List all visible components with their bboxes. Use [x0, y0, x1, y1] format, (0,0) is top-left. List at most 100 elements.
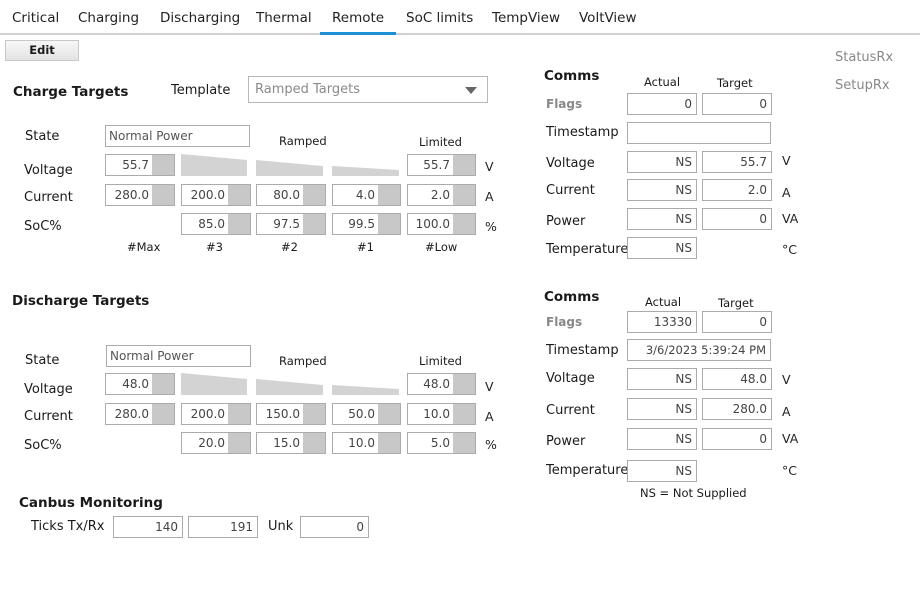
charge-voltage-max-value: 55.7 — [122, 158, 149, 172]
discharge-current-1-value: 50.0 — [348, 407, 375, 421]
spin-button[interactable] — [303, 404, 325, 424]
discharge-soc-2-field[interactable]: 15.0 — [256, 432, 326, 454]
charge-targets-title: Charge Targets — [13, 84, 129, 100]
charge-voltage-ramp-graphic — [181, 154, 399, 176]
comms-1-voltage-target[interactable]: 55.7 — [702, 151, 772, 173]
spin-button[interactable] — [228, 404, 250, 424]
comms-1-target-header: Target — [717, 76, 753, 90]
comms-2-current-actual[interactable]: NS — [627, 398, 697, 420]
charge-current-low-field[interactable]: 2.0 — [407, 184, 476, 206]
spin-button[interactable] — [453, 433, 475, 453]
comms-2-temperature-actual[interactable]: NS — [627, 460, 697, 482]
comms-1-temperature-actual[interactable]: NS — [627, 237, 697, 259]
comms-2-power-actual[interactable]: NS — [627, 428, 697, 450]
unk-field[interactable]: 0 — [300, 516, 369, 538]
discharge-voltage-limited-field[interactable]: 48.0 — [407, 373, 476, 395]
discharge-soc-3-value: 20.0 — [198, 436, 225, 450]
comms-2-current-target[interactable]: 280.0 — [702, 398, 772, 420]
discharge-soc-1-field[interactable]: 10.0 — [332, 432, 401, 454]
ns-legend-note: NS = Not Supplied — [640, 486, 747, 500]
tab-critical[interactable]: Critical — [12, 10, 59, 26]
spin-button[interactable] — [453, 155, 475, 175]
charge-soc-1-field[interactable]: 99.5 — [332, 213, 401, 235]
comms-1-flags-target[interactable]: 0 — [702, 93, 772, 115]
charge-voltage-max-field[interactable]: 55.7 — [105, 154, 175, 176]
spin-button[interactable] — [453, 374, 475, 394]
charge-current-1-value: 4.0 — [355, 188, 375, 202]
discharge-current-1-field[interactable]: 50.0 — [332, 403, 401, 425]
discharge-current-3-field[interactable]: 200.0 — [181, 403, 251, 425]
status-rx-link[interactable]: StatusRx — [835, 50, 893, 65]
spin-button[interactable] — [303, 185, 325, 205]
spin-button[interactable] — [303, 214, 325, 234]
spin-button[interactable] — [152, 374, 174, 394]
comms-2-flags-target[interactable]: 0 — [702, 311, 772, 333]
charge-soc-low-field[interactable]: 100.0 — [407, 213, 476, 235]
comms-2-current-unit: A — [782, 404, 791, 419]
charge-current-2-field[interactable]: 80.0 — [256, 184, 326, 206]
charge-current-max-field[interactable]: 280.0 — [105, 184, 175, 206]
discharge-current-max-field[interactable]: 280.0 — [105, 403, 175, 425]
tab-discharging[interactable]: Discharging — [160, 10, 240, 26]
discharge-state-field[interactable]: Normal Power — [106, 345, 251, 367]
comms-2-flags-actual[interactable]: 13330 — [627, 311, 697, 333]
charge-soc-3-value: 85.0 — [198, 217, 225, 231]
tab-charging[interactable]: Charging — [78, 10, 139, 26]
discharge-soc-3-field[interactable]: 20.0 — [181, 432, 251, 454]
comms-2-voltage-target[interactable]: 48.0 — [702, 368, 772, 390]
comms-1-flags-actual[interactable]: 0 — [627, 93, 697, 115]
template-dropdown[interactable]: Ramped Targets — [248, 76, 488, 103]
comms-2-power-unit: VA — [782, 431, 799, 446]
setup-rx-link[interactable]: SetupRx — [835, 78, 890, 93]
column-2-label: #2 — [281, 240, 298, 254]
comms-2-flags-label: Flags — [546, 315, 583, 329]
charge-state-field[interactable]: Normal Power — [105, 125, 250, 147]
discharge-current-2-field[interactable]: 150.0 — [256, 403, 326, 425]
discharge-soc-low-field[interactable]: 5.0 — [407, 432, 476, 454]
discharge-voltage-max-field[interactable]: 48.0 — [105, 373, 175, 395]
tab-thermal[interactable]: Thermal — [256, 10, 312, 26]
tab-soc-limits[interactable]: SoC limits — [406, 10, 473, 26]
comms-1-current-target[interactable]: 2.0 — [702, 179, 772, 201]
spin-button[interactable] — [378, 433, 400, 453]
charge-current-1-field[interactable]: 4.0 — [332, 184, 401, 206]
ticks-rx-field[interactable]: 191 — [188, 516, 258, 538]
comms-1-power-actual[interactable]: NS — [627, 208, 697, 230]
charge-voltage-limited-field[interactable]: 55.7 — [407, 154, 476, 176]
spin-button[interactable] — [453, 214, 475, 234]
spin-button[interactable] — [378, 214, 400, 234]
spin-button[interactable] — [152, 404, 174, 424]
spin-button[interactable] — [228, 214, 250, 234]
comms-1-voltage-actual[interactable]: NS — [627, 151, 697, 173]
comms-1-timestamp-field[interactable] — [627, 122, 771, 144]
spin-button[interactable] — [378, 404, 400, 424]
comms-2-current-label: Current — [546, 403, 595, 418]
comms-2-power-target[interactable]: 0 — [702, 428, 772, 450]
spin-button[interactable] — [453, 404, 475, 424]
spin-button[interactable] — [453, 185, 475, 205]
tab-tempview[interactable]: TempView — [492, 10, 560, 26]
charge-soc-2-field[interactable]: 97.5 — [256, 213, 326, 235]
spin-button[interactable] — [228, 433, 250, 453]
spin-button[interactable] — [152, 185, 174, 205]
tab-remote[interactable]: Remote — [332, 10, 384, 26]
charge-soc-3-field[interactable]: 85.0 — [181, 213, 251, 235]
tab-voltview[interactable]: VoltView — [579, 10, 637, 26]
spin-button[interactable] — [378, 185, 400, 205]
spin-button[interactable] — [228, 185, 250, 205]
charge-current-3-field[interactable]: 200.0 — [181, 184, 251, 206]
comms-1-current-actual[interactable]: NS — [627, 179, 697, 201]
comms-2-voltage-actual[interactable]: NS — [627, 368, 697, 390]
tab-divider — [0, 33, 920, 35]
ticks-tx-field[interactable]: 140 — [113, 516, 183, 538]
comms-2-timestamp-field[interactable]: 3/6/2023 5:39:24 PM — [627, 339, 771, 361]
spin-button[interactable] — [152, 155, 174, 175]
discharge-current-unit: A — [485, 409, 494, 424]
comms-1-power-target[interactable]: 0 — [702, 208, 772, 230]
comms-2-target-header: Target — [718, 296, 754, 310]
edit-button[interactable]: Edit — [5, 40, 79, 61]
comms-1-flags-label: Flags — [546, 97, 583, 111]
discharge-current-low-field[interactable]: 10.0 — [407, 403, 476, 425]
comms-2-voltage-label: Voltage — [546, 371, 595, 386]
spin-button[interactable] — [303, 433, 325, 453]
